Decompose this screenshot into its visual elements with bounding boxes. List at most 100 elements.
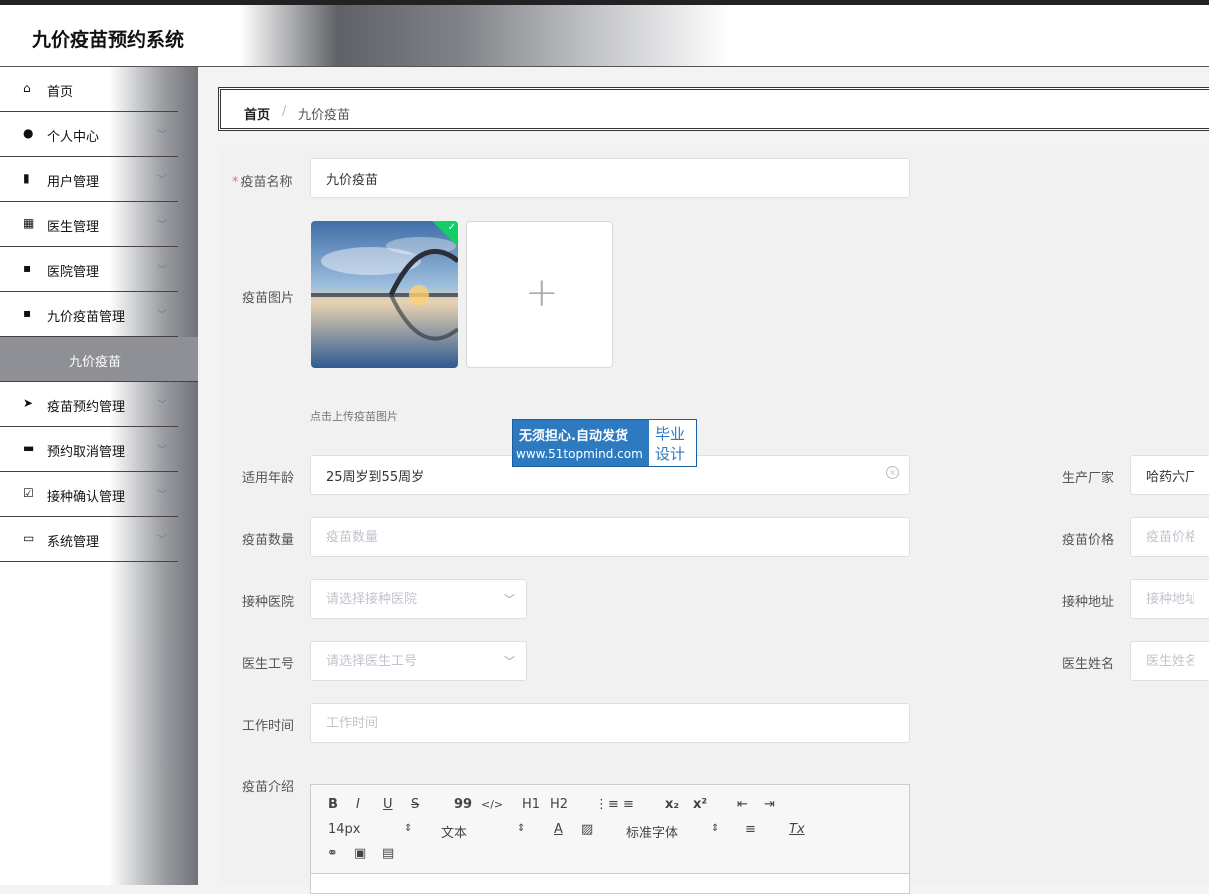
sidebar-item-label: 接种确认管理 <box>47 490 126 505</box>
quantity-label: 疫苗数量 <box>242 533 295 548</box>
bold-button[interactable]: B <box>328 797 338 812</box>
doctor-name-input[interactable] <box>1130 641 1209 681</box>
doctor-id-select-input[interactable] <box>310 641 527 681</box>
message-icon: ▭ <box>23 531 35 545</box>
sidebar-item-home[interactable]: ⌂ 首页 <box>0 67 178 112</box>
watermark-badge-text1: 毕业 <box>655 425 686 443</box>
apps-icon: ▪ <box>23 306 32 320</box>
home-icon: ⌂ <box>23 81 31 95</box>
sidebar-subitem-label: 九价疫苗 <box>69 355 122 370</box>
sidebar-item-label: 医院管理 <box>47 265 100 280</box>
background-color-button[interactable]: ▨ <box>581 822 593 837</box>
check-square-icon: ☑ <box>23 486 34 500</box>
chevron-down-icon: ﹀ <box>157 175 167 186</box>
rich-text-editor: B I U S 99 </> H1 H2 ⋮≡ ≡ x₂ x² ⇤ ⇥ 14px… <box>310 784 910 894</box>
vaccine-name-label: * 疫苗名称 <box>232 175 293 190</box>
paragraph-select[interactable]: 文本 ⇕ <box>441 822 531 841</box>
doctor-id-label: 医生工号 <box>242 657 295 672</box>
bullet-list-button[interactable]: ≡ <box>623 797 634 812</box>
app-title: 九价疫苗预约系统 <box>32 29 185 51</box>
address-label: 接种地址 <box>1062 595 1115 610</box>
text-color-button[interactable]: A <box>554 822 563 837</box>
chevron-down-icon: ﹀ <box>157 445 167 456</box>
watermark-badge-text2: 设计 <box>655 445 686 463</box>
vaccine-name-input[interactable] <box>310 158 910 198</box>
chevron-down-icon: ﹀ <box>157 310 167 321</box>
sidebar-item-system-management[interactable]: ▭ 系统管理 ﹀ <box>0 517 178 562</box>
age-label: 适用年龄 <box>242 471 295 486</box>
editor-toolbar: B I U S 99 </> H1 H2 ⋮≡ ≡ x₂ x² ⇤ ⇥ 14px… <box>311 785 909 874</box>
image-button[interactable]: ▣ <box>354 846 366 861</box>
h2-button[interactable]: H2 <box>550 797 568 812</box>
address-input[interactable] <box>1130 579 1209 619</box>
breadcrumb: 首页 / 九价疫苗 <box>218 87 1209 131</box>
apps-icon: ▪ <box>23 261 32 275</box>
sidebar-item-label: 疫苗预约管理 <box>47 400 126 415</box>
updown-icon: ⇕ <box>404 823 413 834</box>
vaccine-image-thumbnail[interactable]: ✓ <box>311 221 458 368</box>
sidebar-item-hospital-management[interactable]: ▪ 医院管理 ﹀ <box>0 247 178 292</box>
chevron-down-icon: ﹀ <box>157 220 167 231</box>
video-button[interactable]: ▤ <box>382 846 394 861</box>
sidebar-item-user-management[interactable]: ▮ 用户管理 ﹀ <box>0 157 178 202</box>
price-label: 疫苗价格 <box>1062 533 1115 548</box>
vaccine-form: *疫苗名称 疫苗图片 ✓ + 点击上传疫苗图片 适用年龄 生产厂家 疫苗数量 <box>218 146 1209 885</box>
check-icon: ✓ <box>447 222 456 233</box>
image-upload-button[interactable]: + <box>466 221 613 368</box>
doctor-id-select[interactable]: ﹀ <box>310 641 527 681</box>
sidebar-subitem-vaccine[interactable]: 九价疫苗 <box>0 337 198 382</box>
sidebar-item-label: 首页 <box>47 85 74 100</box>
superscript-button[interactable]: x² <box>693 797 707 812</box>
header-decoration <box>240 5 730 66</box>
chevron-down-icon: ﹀ <box>504 655 515 668</box>
sidebar-item-label: 医生管理 <box>47 220 100 235</box>
watermark-badge: 无须担心.自动发货 www.51topmind.com 毕业 设计 <box>512 419 697 467</box>
chevron-down-icon: ﹀ <box>157 400 167 411</box>
align-button[interactable]: ≡ <box>745 822 756 837</box>
clear-icon[interactable]: × <box>886 466 899 479</box>
updown-icon: ⇕ <box>517 823 526 834</box>
work-time-label: 工作时间 <box>242 719 295 734</box>
price-input[interactable] <box>1130 517 1209 557</box>
breadcrumb-current: 九价疫苗 <box>298 108 351 123</box>
chevron-down-icon: ﹀ <box>157 535 167 546</box>
underline-button[interactable]: U <box>383 797 393 812</box>
h1-button[interactable]: H1 <box>522 797 540 812</box>
send-icon: ➤ <box>23 396 34 410</box>
quantity-input[interactable] <box>310 517 910 557</box>
sidebar-item-confirm-management[interactable]: ☑ 接种确认管理 ﹀ <box>0 472 178 517</box>
app-header: 九价疫苗预约系统 <box>0 5 1209 67</box>
hospital-select[interactable]: ﹀ <box>310 579 527 619</box>
chevron-down-icon: ﹀ <box>504 593 515 606</box>
sidebar: ⌂ 首页 ● 个人中心 ﹀ ▮ 用户管理 ﹀ ▦ 医生管理 ﹀ ▪ 医院管理 ﹀… <box>0 67 198 885</box>
sidebar-item-appointment-management[interactable]: ➤ 疫苗预约管理 ﹀ <box>0 382 178 427</box>
grid-icon: ▦ <box>23 216 35 230</box>
sidebar-item-label: 用户管理 <box>47 175 100 190</box>
hospital-select-input[interactable] <box>310 579 527 619</box>
clean-format-button[interactable]: Tx <box>789 822 805 837</box>
sidebar-item-doctor-management[interactable]: ▦ 医生管理 ﹀ <box>0 202 178 247</box>
ordered-list-button[interactable]: ⋮≡ <box>595 797 619 812</box>
link-button[interactable]: ⚭ <box>327 846 338 861</box>
sidebar-item-vaccine-management[interactable]: ▪ 九价疫苗管理 ﹀ <box>0 292 178 337</box>
watermark-url: www.51topmind.com <box>516 447 643 461</box>
doctor-name-label: 医生姓名 <box>1062 657 1115 672</box>
italic-button[interactable]: I <box>356 797 360 812</box>
book-icon: ▮ <box>23 171 30 185</box>
manufacturer-input[interactable] <box>1130 455 1209 495</box>
strike-button[interactable]: S <box>411 797 419 812</box>
sidebar-item-personal-center[interactable]: ● 个人中心 ﹀ <box>0 112 178 157</box>
breadcrumb-home[interactable]: 首页 <box>244 104 270 123</box>
sidebar-item-cancel-management[interactable]: ▬ 预约取消管理 ﹀ <box>0 427 178 472</box>
font-family-select[interactable]: 标准字体 ⇕ <box>626 822 721 841</box>
work-time-input[interactable] <box>310 703 910 743</box>
indent-button[interactable]: ⇥ <box>764 797 775 812</box>
quote-button[interactable]: 99 <box>454 797 472 812</box>
subscript-button[interactable]: x₂ <box>665 797 679 812</box>
chevron-down-icon: ﹀ <box>157 490 167 501</box>
vaccine-image-label: 疫苗图片 <box>242 291 295 306</box>
outdent-button[interactable]: ⇤ <box>737 797 748 812</box>
code-button[interactable]: </> <box>481 798 503 811</box>
font-size-select[interactable]: 14px ⇕ <box>328 822 418 840</box>
upload-hint: 点击上传疫苗图片 <box>310 410 398 423</box>
